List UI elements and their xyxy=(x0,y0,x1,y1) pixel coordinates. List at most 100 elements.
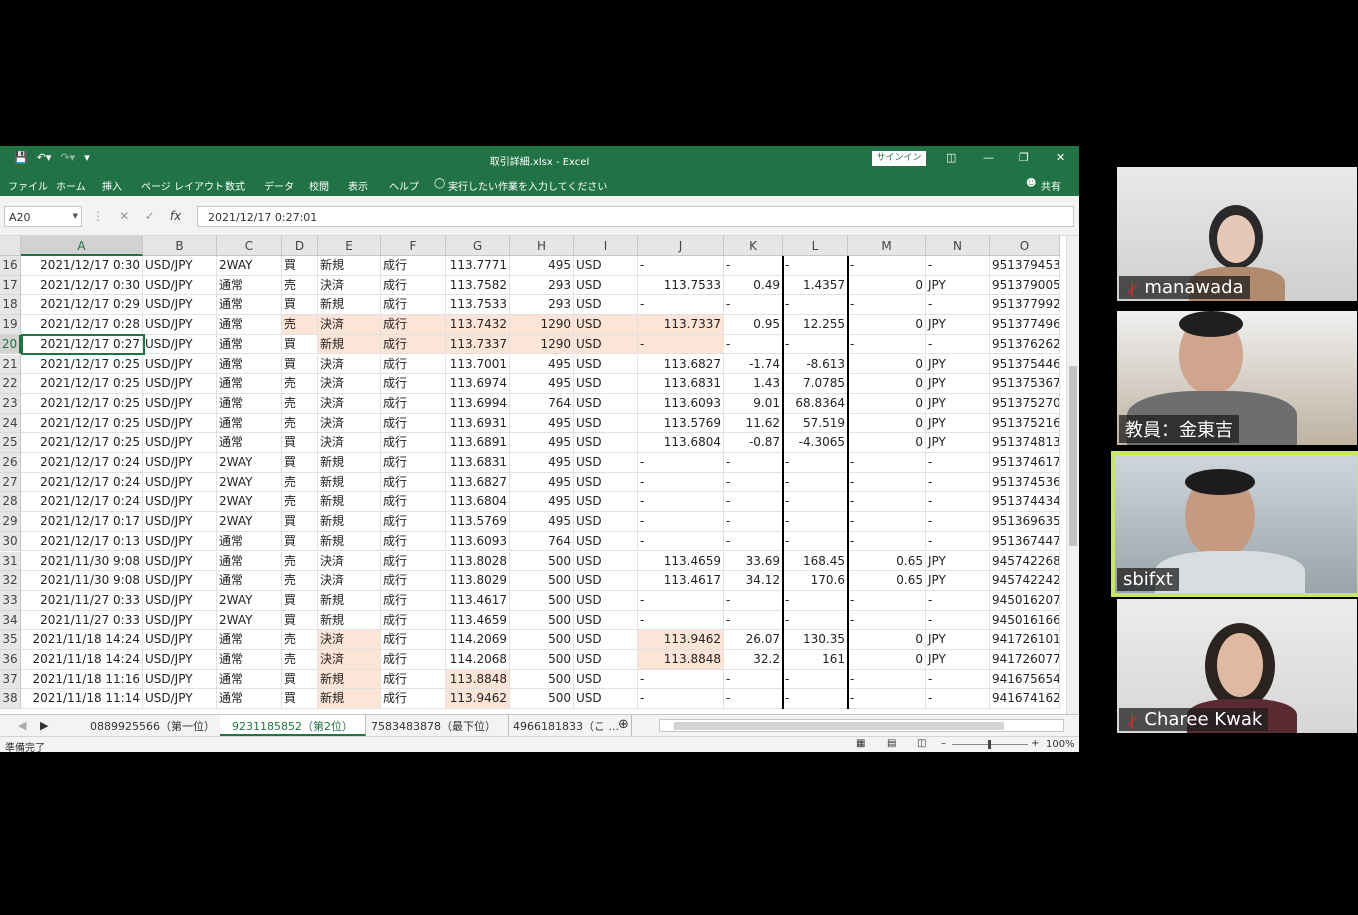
cell-l[interactable]: 57.519 xyxy=(783,413,848,434)
next-sheet-icon[interactable]: ▶ xyxy=(40,719,48,732)
column-header-i[interactable]: I xyxy=(574,236,638,256)
tab-page-layout[interactable]: ページ レイアウト xyxy=(141,178,224,193)
cell-k[interactable]: - xyxy=(724,512,783,532)
cell-c[interactable]: 通常 xyxy=(217,531,282,552)
chevron-down-icon[interactable]: ▼ xyxy=(73,212,78,220)
tab-insert[interactable]: 挿入 xyxy=(102,178,122,193)
cell-i[interactable]: USD xyxy=(574,413,638,434)
cell-i[interactable]: USD xyxy=(574,334,638,355)
row-header[interactable]: 38 xyxy=(0,689,21,710)
ribbon-display-icon[interactable]: ◫ xyxy=(946,151,956,164)
cell-o[interactable]: 945016166 xyxy=(990,610,1060,631)
cell-f[interactable]: 成行 xyxy=(381,512,446,532)
cell-h[interactable]: 500 xyxy=(510,551,574,572)
tab-home[interactable]: ホーム xyxy=(56,178,86,193)
cell-h[interactable]: 495 xyxy=(510,472,574,493)
cell-i[interactable]: USD xyxy=(574,689,638,710)
cell-d[interactable]: 売 xyxy=(282,630,318,650)
cell-b[interactable]: USD/JPY xyxy=(143,610,217,631)
cell-o[interactable]: 951374536 xyxy=(990,472,1060,493)
cell-i[interactable]: USD xyxy=(574,374,638,394)
participant-video[interactable]: ❘̷ manawada xyxy=(1117,167,1357,301)
cell-l[interactable]: - xyxy=(783,512,848,532)
cell-m[interactable]: - xyxy=(848,669,926,690)
cell-n[interactable]: - xyxy=(926,295,990,316)
row-header[interactable]: 28 xyxy=(0,492,21,513)
cell-o[interactable]: 951377992 xyxy=(990,295,1060,316)
sheet-tab-active[interactable]: 9231185852（第2位） xyxy=(220,715,366,736)
cell-g[interactable]: 113.7771 xyxy=(446,256,510,276)
cell-g[interactable]: 113.6994 xyxy=(446,393,510,414)
cell-o[interactable]: 951375216 xyxy=(990,413,1060,434)
cell-i[interactable]: USD xyxy=(574,315,638,335)
participant-video-speaking[interactable]: sbifxt xyxy=(1111,451,1358,597)
cell-c[interactable]: 2WAY xyxy=(217,453,282,473)
cell-b[interactable]: USD/JPY xyxy=(143,512,217,532)
page-layout-view-icon[interactable]: ▤ xyxy=(887,738,896,749)
cell-k[interactable]: - xyxy=(724,334,783,355)
cell-d[interactable]: 買 xyxy=(282,295,318,316)
zoom-level[interactable]: 100% xyxy=(1046,739,1075,750)
cell-d[interactable]: 買 xyxy=(282,689,318,710)
normal-view-icon[interactable]: ▦ xyxy=(856,738,865,749)
cell-d[interactable]: 買 xyxy=(282,512,318,532)
cell-a[interactable]: 2021/12/17 0:30 xyxy=(21,256,143,276)
cell-i[interactable]: USD xyxy=(574,393,638,414)
cell-k[interactable]: 32.2 xyxy=(724,650,783,670)
cell-o[interactable]: 951379005 xyxy=(990,275,1060,296)
cell-n[interactable]: - xyxy=(926,689,990,710)
cell-b[interactable]: USD/JPY xyxy=(143,472,217,493)
cell-n[interactable]: - xyxy=(926,453,990,473)
scroll-thumb[interactable] xyxy=(1069,366,1077,546)
cell-o[interactable]: 945742242 xyxy=(990,571,1060,591)
cell-g[interactable]: 113.7001 xyxy=(446,354,510,375)
cell-k[interactable]: - xyxy=(724,295,783,316)
cell-a[interactable]: 2021/12/17 0:27 xyxy=(21,334,143,355)
cell-h[interactable]: 500 xyxy=(510,630,574,650)
cell-o[interactable]: 945016207 xyxy=(990,590,1060,611)
cell-o[interactable]: 951374813 xyxy=(990,433,1060,453)
cell-a[interactable]: 2021/11/18 14:24 xyxy=(21,650,143,670)
cell-b[interactable]: USD/JPY xyxy=(143,669,217,690)
cell-l[interactable]: 130.35 xyxy=(783,630,848,650)
cell-d[interactable]: 買 xyxy=(282,610,318,631)
cell-n[interactable]: JPY xyxy=(926,413,990,434)
cell-h[interactable]: 495 xyxy=(510,453,574,473)
cell-n[interactable]: JPY xyxy=(926,354,990,375)
cell-l[interactable]: -8.613 xyxy=(783,354,848,375)
cell-d[interactable]: 買 xyxy=(282,590,318,611)
cell-k[interactable]: - xyxy=(724,492,783,513)
cell-c[interactable]: 通常 xyxy=(217,354,282,375)
row-header[interactable]: 22 xyxy=(0,374,21,394)
cell-f[interactable]: 成行 xyxy=(381,295,446,316)
column-header-d[interactable]: D xyxy=(282,236,318,256)
cell-d[interactable]: 売 xyxy=(282,551,318,572)
cell-n[interactable]: JPY xyxy=(926,551,990,572)
row-header[interactable]: 27 xyxy=(0,472,21,493)
cell-e[interactable]: 新規 xyxy=(318,492,381,513)
cell-j[interactable]: - xyxy=(638,453,724,473)
cell-k[interactable]: - xyxy=(724,256,783,276)
cell-e[interactable]: 新規 xyxy=(318,531,381,552)
cell-b[interactable]: USD/JPY xyxy=(143,590,217,611)
cell-d[interactable]: 買 xyxy=(282,256,318,276)
insert-function-icon[interactable]: fx xyxy=(170,209,181,223)
cell-f[interactable]: 成行 xyxy=(381,492,446,513)
cell-i[interactable]: USD xyxy=(574,295,638,316)
cell-m[interactable]: 0 xyxy=(848,393,926,414)
cell-k[interactable]: - xyxy=(724,472,783,493)
cell-j[interactable]: - xyxy=(638,531,724,552)
column-header-l[interactable]: L xyxy=(783,236,848,256)
cell-a[interactable]: 2021/11/27 0:33 xyxy=(21,610,143,631)
cell-j[interactable]: - xyxy=(638,669,724,690)
cell-k[interactable]: - xyxy=(724,689,783,710)
row-header[interactable]: 30 xyxy=(0,531,21,552)
cell-n[interactable]: JPY xyxy=(926,374,990,394)
cell-a[interactable]: 2021/11/30 9:08 xyxy=(21,551,143,572)
cell-k[interactable]: 0.49 xyxy=(724,275,783,296)
cell-g[interactable]: 113.7582 xyxy=(446,275,510,296)
cell-l[interactable]: 12.255 xyxy=(783,315,848,335)
row-header[interactable]: 17 xyxy=(0,275,21,296)
cell-k[interactable]: 1.43 xyxy=(724,374,783,394)
tab-review[interactable]: 校閲 xyxy=(309,178,329,193)
